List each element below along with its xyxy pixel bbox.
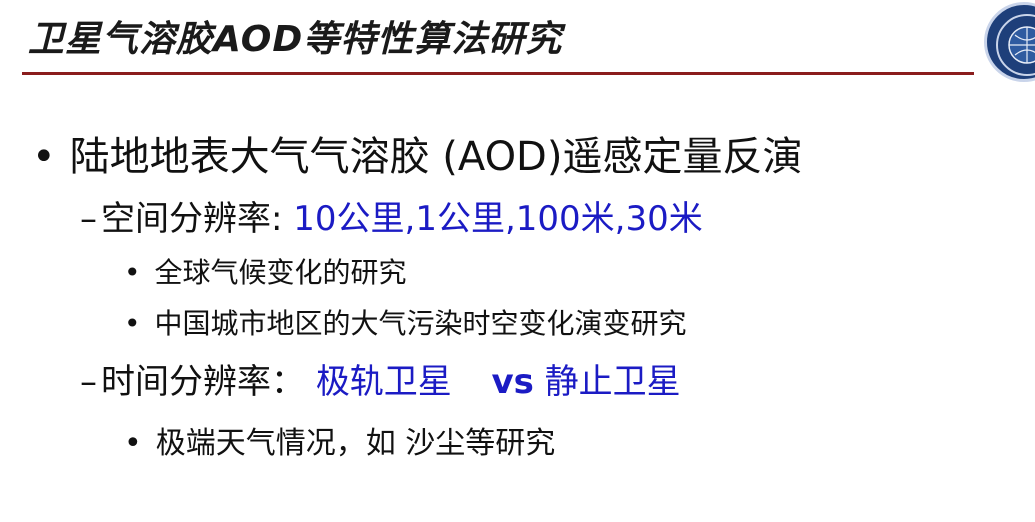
temporal-item-text: 极端天气情况，如 沙尘等研究 [155, 426, 556, 461]
temporal-value-b: 静止卫星 [544, 362, 681, 402]
bullet-main: • 陆地地表大气气溶胶 (AOD)遥感定量反演 [32, 124, 802, 182]
bullet-marker: • [124, 307, 141, 340]
temporal-value-a: 极轨卫星 [315, 362, 452, 402]
temporal-vs: vs [491, 362, 534, 402]
temporal-item: • 极端天气情况，如 沙尘等研究 [124, 418, 555, 462]
temporal-label: 时间分辨率： [101, 362, 305, 402]
slide: 卫星气溶胶AOD等特性算法研究 • 陆地地表大气气溶胶 (AOD)遥感定量反演 –… [0, 0, 1035, 522]
spatial-item-text: 中国城市地区的大气污染时空变化演变研究 [154, 307, 687, 340]
spatial-label: 空间分辨率: [101, 199, 283, 239]
bullet-marker: • [124, 256, 141, 289]
bullet-marker: • [124, 426, 142, 461]
bullet-main-text: 陆地地表大气气溶胶 (AOD)遥感定量反演 [69, 134, 803, 180]
spatial-item: • 中国城市地区的大气污染时空变化演变研究 [124, 302, 687, 342]
spatial-item-text: 全球气候变化的研究 [154, 256, 407, 289]
spatial-value: 10公里,1公里,100米,30米 [293, 199, 703, 239]
spatial-item: • 全球气候变化的研究 [124, 251, 407, 291]
sub-spatial-resolution: – 空间分辨率: 10公里,1公里,100米,30米 [80, 191, 703, 240]
dash-marker: – [80, 362, 97, 402]
slide-title: 卫星气溶胶AOD等特性算法研究 [28, 19, 563, 60]
university-seal-icon [984, 2, 1035, 82]
dash-marker: – [80, 199, 97, 239]
bullet-marker: • [32, 134, 56, 180]
title-divider [22, 72, 974, 75]
sub-temporal-resolution: – 时间分辨率： 极轨卫星 vs 静止卫星 [80, 354, 681, 403]
